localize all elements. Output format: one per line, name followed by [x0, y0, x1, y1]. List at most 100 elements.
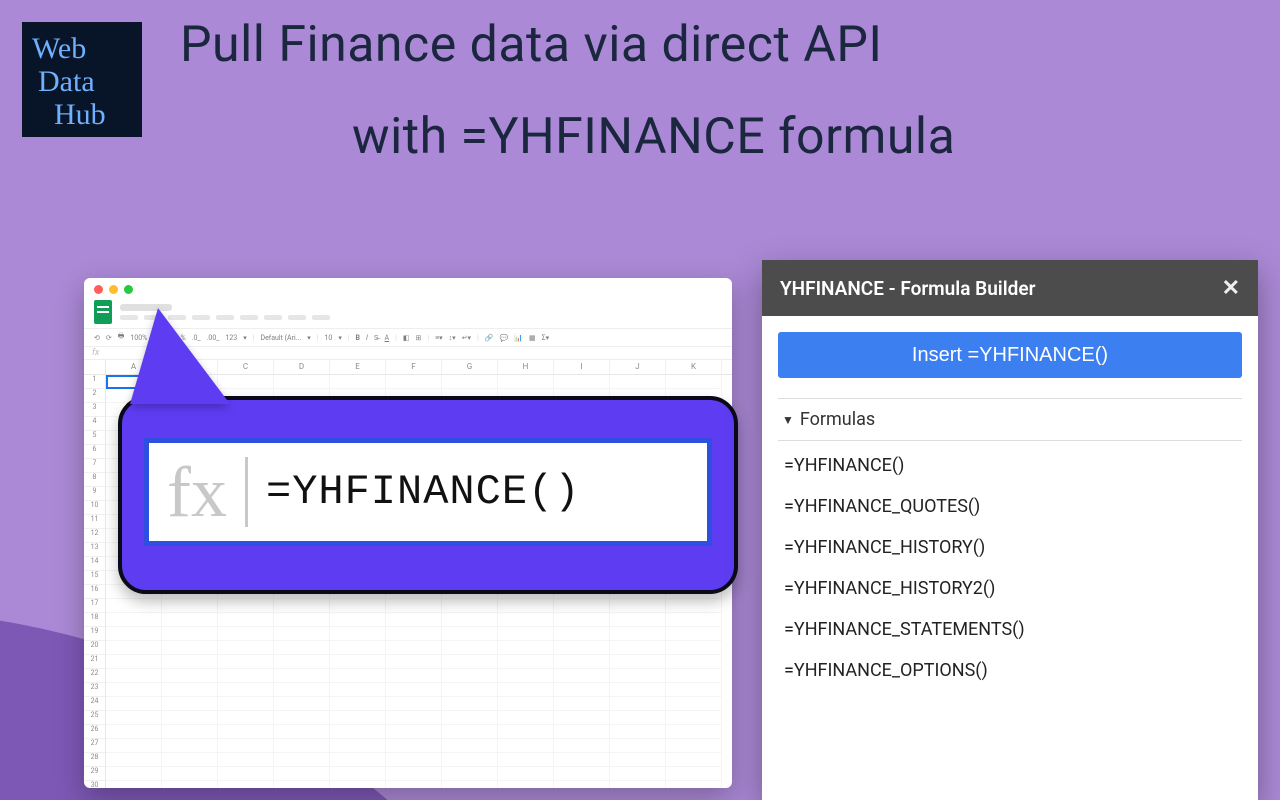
formula-list-item[interactable]: =YHFINANCE_HISTORY2()	[780, 568, 1240, 609]
cell[interactable]	[666, 655, 722, 669]
row-header[interactable]: 25	[84, 711, 106, 725]
cell[interactable]	[442, 683, 498, 697]
row-header[interactable]: 1	[84, 375, 106, 389]
cell[interactable]	[442, 725, 498, 739]
formula-list-item[interactable]: =YHFINANCE_OPTIONS()	[780, 650, 1240, 691]
cell[interactable]	[218, 711, 274, 725]
cell[interactable]	[274, 655, 330, 669]
cell[interactable]	[274, 669, 330, 683]
cell[interactable]	[498, 641, 554, 655]
cell[interactable]	[106, 739, 162, 753]
cell[interactable]	[274, 711, 330, 725]
cell[interactable]	[330, 669, 386, 683]
cell[interactable]	[610, 697, 666, 711]
cell[interactable]	[610, 613, 666, 627]
cell[interactable]	[442, 613, 498, 627]
cell[interactable]	[274, 767, 330, 781]
cell[interactable]	[610, 627, 666, 641]
cell[interactable]	[386, 781, 442, 788]
cell[interactable]	[274, 697, 330, 711]
formulas-section-toggle[interactable]: ▼ Formulas	[778, 398, 1242, 441]
cell[interactable]	[386, 753, 442, 767]
row-header[interactable]: 14	[84, 557, 106, 571]
formula-list-item[interactable]: =YHFINANCE_HISTORY()	[780, 527, 1240, 568]
cell[interactable]	[498, 627, 554, 641]
cell[interactable]	[554, 767, 610, 781]
cell[interactable]	[610, 599, 666, 613]
cell[interactable]	[218, 753, 274, 767]
formula-list-item[interactable]: =YHFINANCE_QUOTES()	[780, 486, 1240, 527]
cell[interactable]	[162, 641, 218, 655]
cell[interactable]	[330, 641, 386, 655]
row-header[interactable]: 11	[84, 515, 106, 529]
cell[interactable]	[666, 739, 722, 753]
cell[interactable]	[666, 669, 722, 683]
cell[interactable]	[162, 781, 218, 788]
cell[interactable]	[666, 683, 722, 697]
cell[interactable]	[554, 599, 610, 613]
row-header[interactable]: 5	[84, 431, 106, 445]
row-header[interactable]: 28	[84, 753, 106, 767]
cell[interactable]	[218, 599, 274, 613]
cell[interactable]	[330, 781, 386, 788]
cell[interactable]	[386, 683, 442, 697]
row-header[interactable]: 9	[84, 487, 106, 501]
row-header[interactable]: 18	[84, 613, 106, 627]
cell[interactable]	[274, 739, 330, 753]
cell[interactable]	[274, 613, 330, 627]
cell[interactable]	[386, 697, 442, 711]
cell[interactable]	[330, 711, 386, 725]
cell[interactable]	[162, 725, 218, 739]
cell[interactable]	[218, 781, 274, 788]
cell[interactable]	[218, 767, 274, 781]
cell[interactable]	[386, 655, 442, 669]
cell[interactable]	[498, 599, 554, 613]
cell[interactable]	[330, 627, 386, 641]
cell[interactable]	[442, 711, 498, 725]
cell[interactable]	[274, 627, 330, 641]
cell[interactable]	[162, 655, 218, 669]
row-header[interactable]: 3	[84, 403, 106, 417]
cell[interactable]	[442, 627, 498, 641]
row-header[interactable]: 30	[84, 781, 106, 788]
cell[interactable]	[554, 669, 610, 683]
row-header[interactable]: 22	[84, 669, 106, 683]
cell[interactable]	[610, 739, 666, 753]
cell[interactable]	[442, 781, 498, 788]
cell[interactable]	[330, 613, 386, 627]
cell[interactable]	[554, 655, 610, 669]
cell[interactable]	[666, 599, 722, 613]
row-header[interactable]: 6	[84, 445, 106, 459]
cell[interactable]	[498, 739, 554, 753]
cell[interactable]	[666, 753, 722, 767]
cell[interactable]	[442, 739, 498, 753]
cell[interactable]	[106, 627, 162, 641]
cell[interactable]	[218, 641, 274, 655]
cell[interactable]	[106, 683, 162, 697]
cell[interactable]	[442, 599, 498, 613]
cell[interactable]	[554, 781, 610, 788]
row-header[interactable]: 12	[84, 529, 106, 543]
cell[interactable]	[162, 683, 218, 697]
cell[interactable]	[442, 641, 498, 655]
cell[interactable]	[386, 613, 442, 627]
close-dot-icon[interactable]	[94, 285, 103, 294]
cell[interactable]	[386, 711, 442, 725]
minimize-dot-icon[interactable]	[109, 285, 118, 294]
cell[interactable]	[386, 641, 442, 655]
row-header[interactable]: 16	[84, 585, 106, 599]
cell[interactable]	[442, 669, 498, 683]
cell[interactable]	[386, 599, 442, 613]
cell[interactable]	[106, 753, 162, 767]
cell[interactable]	[218, 627, 274, 641]
cell[interactable]	[330, 697, 386, 711]
cell[interactable]	[498, 711, 554, 725]
cell[interactable]	[106, 725, 162, 739]
cell[interactable]	[106, 613, 162, 627]
cell[interactable]	[554, 697, 610, 711]
cell[interactable]	[218, 725, 274, 739]
cell[interactable]	[274, 753, 330, 767]
cell[interactable]	[498, 753, 554, 767]
cell[interactable]	[554, 725, 610, 739]
formula-list-item[interactable]: =YHFINANCE_STATEMENTS()	[780, 609, 1240, 650]
